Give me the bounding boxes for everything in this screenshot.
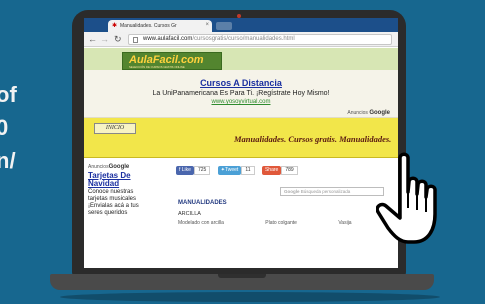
back-arrow-icon[interactable]: ← — [88, 34, 97, 44]
main-content: AnunciosGoogle Tarjetas De Navidad Conoc… — [84, 158, 398, 248]
custom-search-input[interactable]: Google Búsqueda personalizada — [280, 187, 384, 196]
url-path: /cursosgratis/curso/manualidades.html — [192, 36, 295, 42]
page-icon — [133, 37, 138, 43]
adchoices-label[interactable]: Anuncios Google — [347, 110, 390, 116]
url-host: www.aulafacil.com — [143, 36, 193, 42]
list-item[interactable]: Plato colgante — [265, 220, 297, 226]
sidebar-ad: AnunciosGoogle Tarjetas De Navidad Conoc… — [88, 164, 154, 217]
sidebar-ad-text: Conoce nuestras tarjetas musicales ¡Envi… — [88, 189, 139, 216]
google-label: Google — [108, 164, 130, 170]
laptop-base — [50, 274, 434, 290]
reload-icon[interactable]: ↻ — [114, 34, 122, 45]
side-text-line: of — [0, 82, 17, 107]
search-google-label: Google — [284, 189, 300, 194]
thumbs-up-icon: f — [179, 167, 181, 173]
tweet-button[interactable]: ✦Tweet — [217, 166, 242, 175]
share-button[interactable]: Share — [261, 166, 282, 175]
forward-arrow-icon[interactable]: → — [100, 34, 109, 44]
sidebar-ad-title[interactable]: Tarjetas De Navidad — [88, 172, 154, 188]
side-text-line: n/ — [0, 148, 16, 173]
facebook-like-button[interactable]: f Like — [176, 166, 194, 175]
browser-tab-bar: ✱ Manualidades. Cursos Gr × — [84, 18, 398, 32]
adchoices-label[interactable]: AnunciosGoogle — [88, 164, 154, 170]
laptop-shadow — [60, 292, 440, 302]
site-header: AulaFacil.com SELECCIÓN DE CURSOS GRATIS… — [84, 48, 398, 70]
ad-subtitle: La UniPanamericana Es Para Ti. ¡Regístra… — [152, 90, 330, 97]
ad-url-link[interactable]: www.yosoyvirtual.com — [84, 99, 398, 105]
tab-title: Manualidades. Cursos Gr — [120, 23, 177, 29]
ad-banner: Cursos A Distancia La UniPanamericana Es… — [84, 70, 398, 118]
favicon-icon: ✱ — [112, 23, 118, 29]
site-logo[interactable]: AulaFacil.com SELECCIÓN DE CURSOS GRATIS… — [122, 52, 222, 70]
search-placeholder: Búsqueda personalizada — [300, 189, 351, 194]
close-icon[interactable]: × — [205, 22, 209, 28]
inicio-button[interactable]: INICIO — [94, 123, 136, 134]
tweet-count: 11 — [241, 166, 255, 175]
side-text-line: 0 — [0, 115, 9, 140]
list-item[interactable]: Vasija — [338, 220, 351, 226]
tweet-label: Tweet — [224, 167, 239, 173]
address-bar: ← → ↻ www.aulafacil.com/cursosgratis/cur… — [84, 32, 398, 47]
like-count: 725 — [193, 166, 211, 175]
web-page: AulaFacil.com SELECCIÓN DE CURSOS GRATIS… — [84, 48, 398, 268]
list-item[interactable]: ARCILLA — [178, 211, 201, 217]
section-title: MANUALIDADES — [178, 200, 227, 206]
browser-tab[interactable]: ✱ Manualidades. Cursos Gr × — [108, 20, 212, 32]
anuncios-label: Anuncios — [88, 164, 109, 170]
laptop-notch — [218, 274, 266, 278]
list-item[interactable]: Modelado con arcilla — [178, 220, 224, 226]
laptop-screen: ✱ Manualidades. Cursos Gr × ← → ↻ www.au… — [84, 18, 398, 268]
google-label: Google — [369, 110, 390, 116]
nav-bar: INICIO Manualidades. Cursos gratis. Manu… — [84, 118, 398, 158]
ad-title-link[interactable]: Cursos A Distancia — [84, 78, 398, 88]
url-input[interactable]: www.aulafacil.com/cursosgratis/curso/man… — [128, 34, 392, 45]
social-buttons: f Like 725 ✦Tweet 11 Share 789 — [176, 166, 301, 176]
share-count: 789 — [281, 166, 298, 175]
share-label: Share — [264, 167, 279, 173]
side-text: of 0 n/ — [0, 84, 17, 183]
marquee-text: Manualidades. Cursos gratis. Manualidade… — [234, 134, 392, 144]
anuncios-label: Anuncios — [347, 110, 368, 116]
hand-pointer-icon — [376, 152, 437, 244]
logo-subtitle: SELECCIÓN DE CURSOS GRATIS ONLINE — [129, 65, 185, 69]
new-tab-button[interactable] — [216, 22, 232, 30]
like-label: Like — [181, 167, 191, 173]
course-row: Modelado con arcilla Plato colgante Vasi… — [178, 220, 398, 226]
